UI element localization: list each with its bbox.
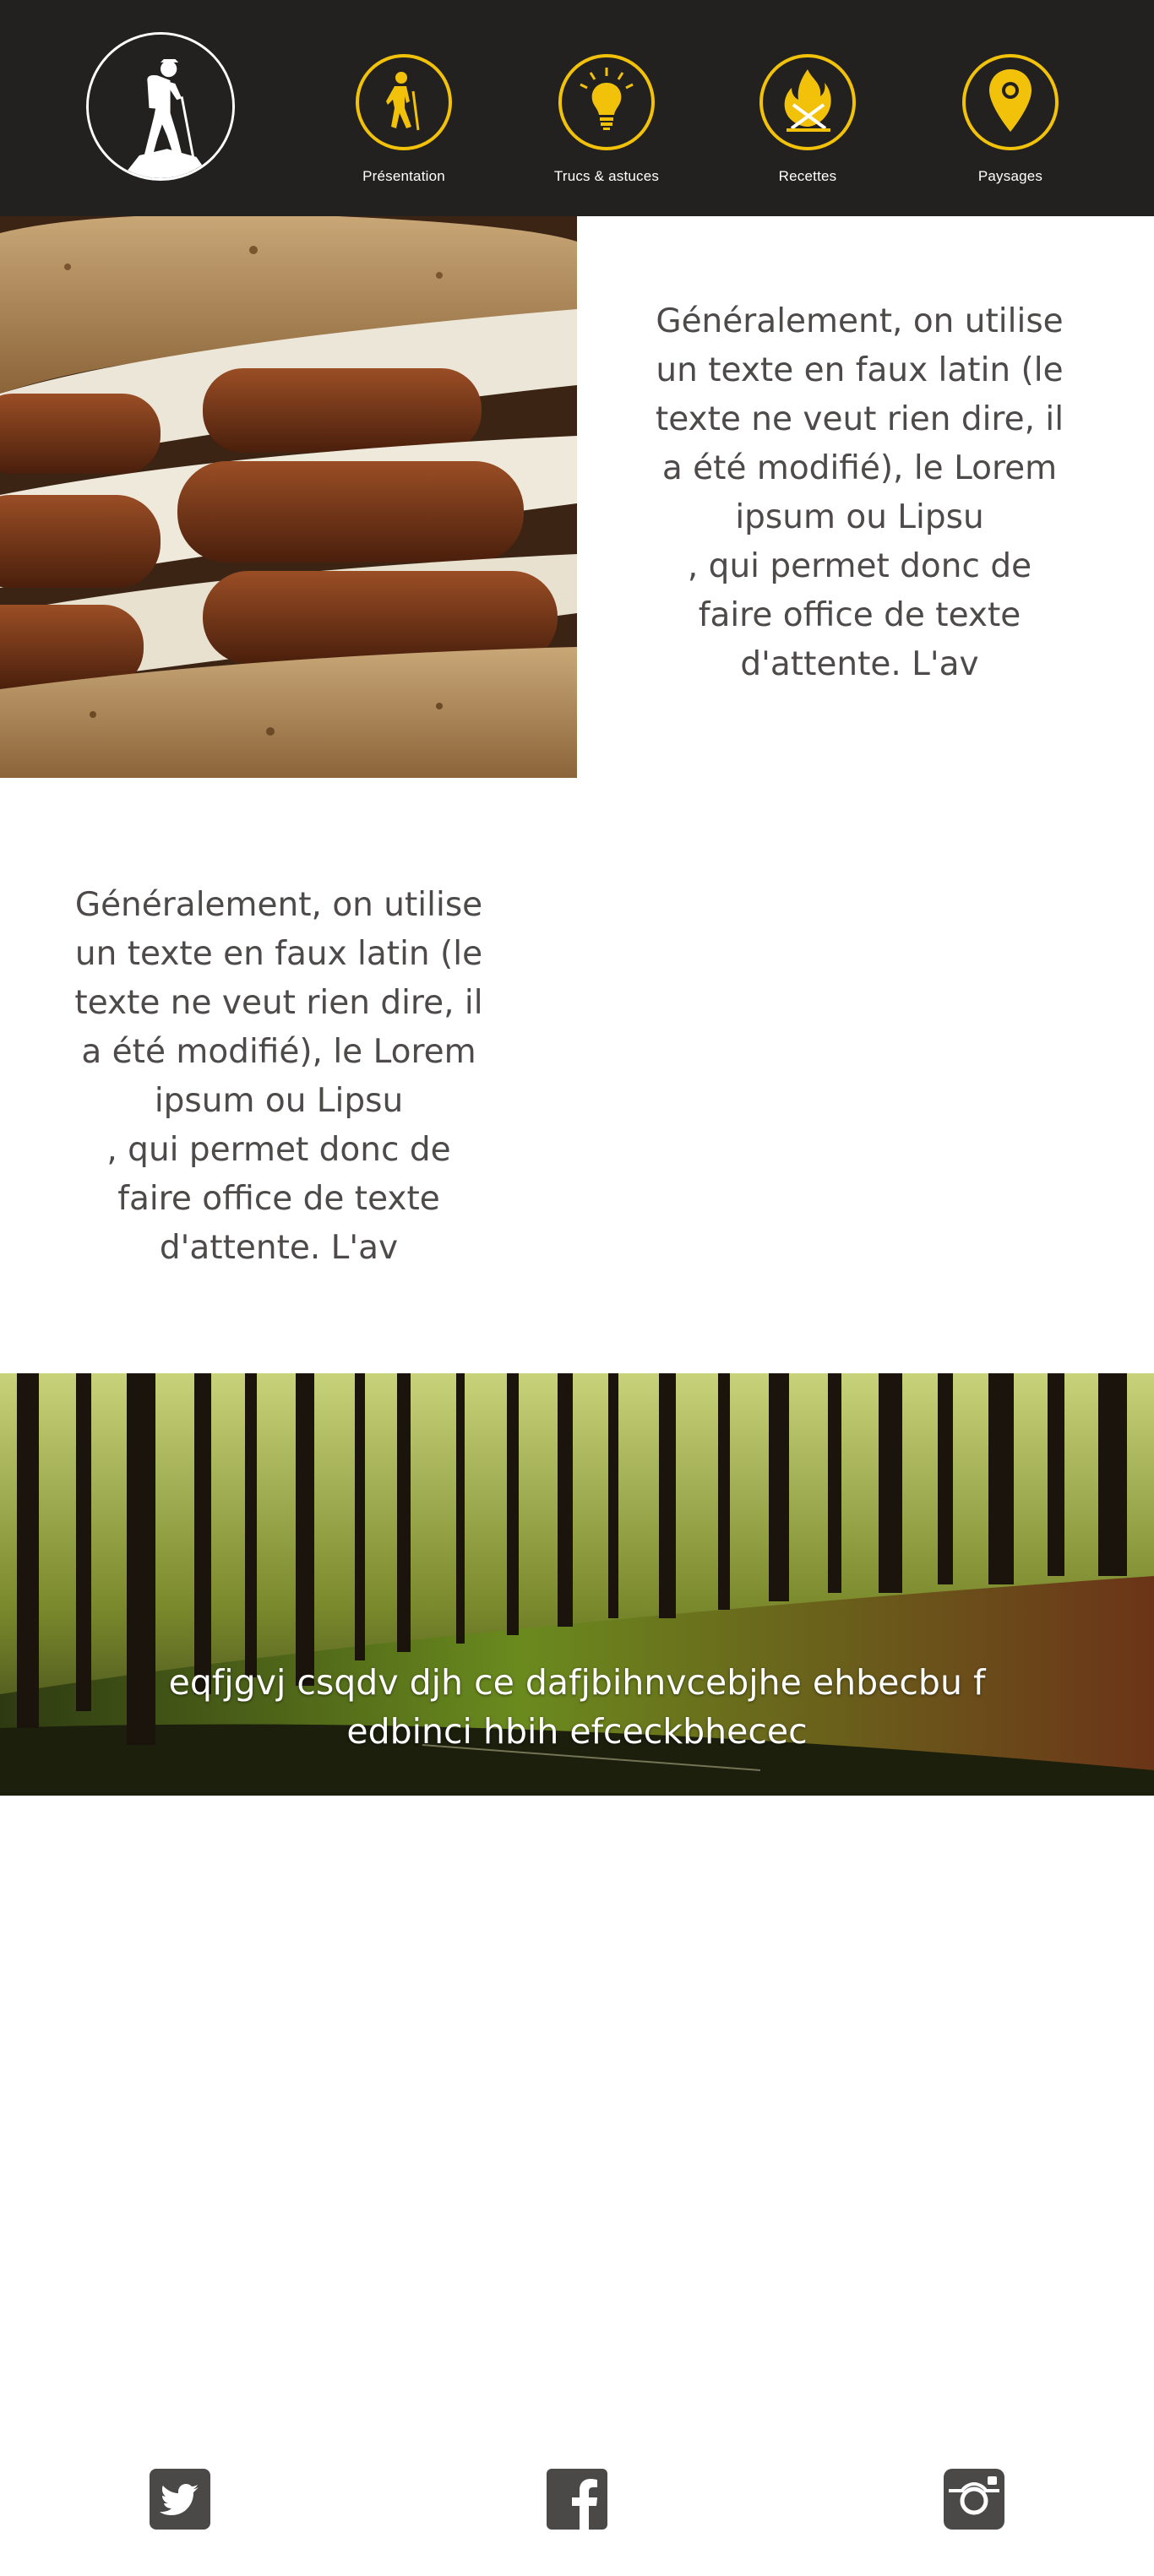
hiker-icon (89, 35, 232, 178)
nav-recettes[interactable]: Recettes (732, 54, 884, 198)
nav-label: Paysages (977, 168, 1043, 184)
nav-paysages[interactable]: Paysages (934, 54, 1086, 198)
banner-caption: eqfjgvj csqdv djh ce dafjbihnvcebjhe ehb… (168, 1662, 986, 1752)
sausage-sandwich-photo (0, 216, 577, 778)
site-header: Présentation Trucs & astuces Recettes Pa… (0, 0, 1154, 216)
nav-label: Présentation (362, 168, 445, 184)
nav-trucs-astuces[interactable]: Trucs & astuces (531, 54, 683, 198)
nav-presentation[interactable]: Présentation (328, 54, 480, 198)
instagram-icon (944, 2469, 1004, 2530)
intro-text-left: Généralement, on utilise un texte en fau… (74, 886, 483, 1267)
facebook-link[interactable] (547, 2469, 607, 2530)
campfire-utensils-icon (759, 54, 856, 150)
intro-text-right: Généralement, on utilise un texte en fau… (655, 302, 1064, 683)
map-pin-icon (962, 54, 1059, 150)
logo-hiker-icon[interactable] (86, 32, 235, 181)
hiker-walking-icon (356, 54, 452, 150)
forest-banner: eqfjgvj csqdv djh ce dafjbihnvcebjhe ehb… (0, 1373, 1154, 1796)
lightbulb-icon (558, 54, 655, 150)
nav-label: Recettes (778, 168, 837, 184)
twitter-link[interactable] (150, 2469, 210, 2530)
nav-label: Trucs & astuces (553, 168, 660, 184)
twitter-icon (150, 2469, 210, 2530)
facebook-icon (547, 2469, 607, 2530)
instagram-link[interactable] (944, 2469, 1004, 2530)
